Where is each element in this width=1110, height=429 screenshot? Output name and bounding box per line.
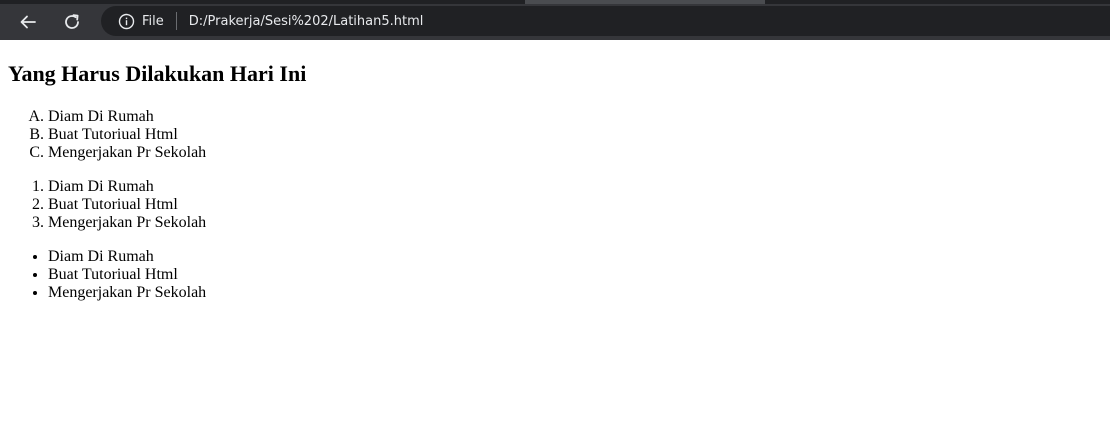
list-item: Mengerjakan Pr Sekolah bbox=[48, 144, 206, 162]
active-tab-edge[interactable] bbox=[525, 0, 765, 4]
arrow-left-icon bbox=[18, 12, 38, 32]
list-item: Mengerjakan Pr Sekolah bbox=[48, 284, 206, 302]
reload-icon bbox=[62, 12, 82, 32]
numbered-list: Diam Di Rumah Buat Tutoriual Html Menger… bbox=[0, 178, 206, 232]
back-button[interactable] bbox=[14, 8, 42, 36]
list-item: Diam Di Rumah bbox=[48, 108, 206, 126]
alpha-list: Diam Di Rumah Buat Tutoriual Html Menger… bbox=[0, 108, 206, 162]
url-text[interactable]: D:/Prakerja/Sesi%202/Latihan5.html bbox=[189, 14, 424, 29]
list-item: Diam Di Rumah bbox=[48, 178, 206, 196]
browser-toolbar: File D:/Prakerja/Sesi%202/Latihan5.html bbox=[0, 0, 1110, 40]
address-divider bbox=[175, 12, 177, 30]
reload-button[interactable] bbox=[58, 8, 86, 36]
list-item: Mengerjakan Pr Sekolah bbox=[48, 214, 206, 232]
info-circle-icon[interactable] bbox=[117, 12, 135, 30]
list-item: Buat Tutoriual Html bbox=[48, 196, 206, 214]
scheme-label[interactable]: File bbox=[142, 14, 164, 29]
tab-strip-edge bbox=[0, 0, 1110, 4]
bulleted-list: Diam Di Rumah Buat Tutoriual Html Menger… bbox=[0, 248, 206, 302]
list-item: Buat Tutoriual Html bbox=[48, 126, 206, 144]
page-heading: Yang Harus Dilakukan Hari Ini bbox=[8, 61, 307, 86]
list-item: Buat Tutoriual Html bbox=[48, 266, 206, 284]
list-item: Diam Di Rumah bbox=[48, 248, 206, 266]
address-bar[interactable]: File D:/Prakerja/Sesi%202/Latihan5.html bbox=[101, 6, 1110, 36]
